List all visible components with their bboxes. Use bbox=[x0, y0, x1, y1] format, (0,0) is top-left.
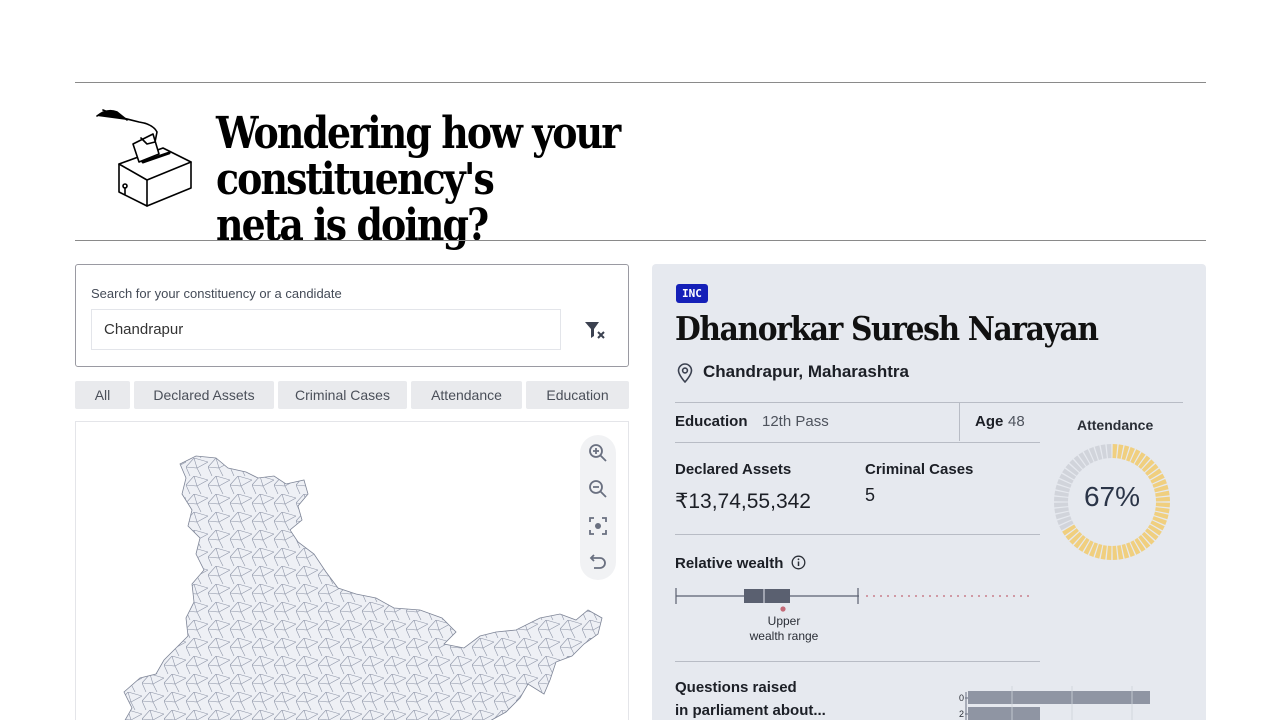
tab-declared-assets[interactable]: Declared Assets bbox=[134, 381, 274, 409]
questions-title: Questions raised in parliament about... bbox=[675, 676, 845, 720]
education-value: 12th Pass bbox=[762, 413, 829, 430]
questions-axis bbox=[965, 692, 968, 720]
attendance-present-segment bbox=[1112, 545, 1118, 560]
header-divider bbox=[75, 240, 1206, 241]
wealth-note-line-2: wealth range bbox=[749, 629, 819, 643]
tab-all[interactable]: All bbox=[75, 381, 130, 409]
criminal-cases-label: Criminal Cases bbox=[865, 461, 974, 478]
attendance-absent-segment bbox=[1106, 444, 1112, 459]
relative-wealth-label: Relative wealth bbox=[675, 555, 784, 572]
criminal-cases-value: 5 bbox=[865, 485, 876, 505]
questions-axis-tick-2: 2 bbox=[959, 709, 964, 719]
questions-bar bbox=[968, 707, 1040, 720]
age-label: Age bbox=[975, 413, 1004, 430]
divider bbox=[675, 402, 1183, 403]
candidate-wealth-marker bbox=[780, 606, 786, 612]
assets-value: ₹13,74,55,342 bbox=[675, 490, 811, 513]
divider bbox=[959, 403, 960, 441]
age-value: 48 bbox=[1008, 413, 1025, 430]
candidate-location: Chandrapur, Maharashtra bbox=[703, 362, 909, 381]
india-map[interactable] bbox=[76, 422, 629, 720]
tab-criminal-cases[interactable]: Criminal Cases bbox=[278, 381, 407, 409]
wealth-boxplot bbox=[675, 588, 1029, 612]
assets-label: Declared Assets bbox=[675, 461, 792, 478]
search-input[interactable]: Chandrapur bbox=[91, 309, 561, 350]
wealth-note-line-1: Upper bbox=[767, 614, 801, 628]
map-pin-icon bbox=[677, 363, 693, 383]
wealth-iqr-box bbox=[744, 589, 790, 603]
page-headline: Wondering how your constituency's neta i… bbox=[216, 111, 870, 249]
info-icon[interactable] bbox=[791, 555, 806, 570]
ballot-box-icon bbox=[96, 109, 192, 207]
headline-line-2: neta is doing? bbox=[216, 200, 489, 251]
map-controls bbox=[580, 435, 616, 580]
constituency-boundaries[interactable] bbox=[124, 456, 602, 720]
divider bbox=[675, 661, 1040, 662]
attendance-present-segment bbox=[1112, 444, 1118, 459]
attendance-value: 67% bbox=[1083, 481, 1141, 512]
questions-title-line-1: Questions raised bbox=[675, 679, 797, 696]
top-divider bbox=[75, 82, 1206, 83]
attendance-present-segment bbox=[1106, 545, 1112, 560]
divider bbox=[675, 442, 1040, 443]
constituency-map[interactable] bbox=[75, 421, 629, 720]
questions-bar bbox=[968, 691, 1150, 704]
reset-icon[interactable] bbox=[586, 550, 610, 574]
attendance-label: Attendance bbox=[1077, 417, 1154, 433]
headline-line-1: Wondering how your constituency's bbox=[216, 108, 621, 205]
tab-attendance[interactable]: Attendance bbox=[411, 381, 522, 409]
questions-axis-tick-0: 0 bbox=[959, 693, 964, 703]
filter-clear-icon[interactable] bbox=[584, 320, 606, 340]
search-label: Search for your constituency or a candid… bbox=[91, 286, 342, 301]
divider bbox=[675, 534, 1040, 535]
candidate-card: INC Dhanorkar Suresh Narayan Chandrapur,… bbox=[652, 264, 1206, 720]
questions-title-line-2: in parliament about... bbox=[675, 702, 826, 719]
questions-bar-chart: 0 2 bbox=[959, 686, 1150, 720]
search-panel: Search for your constituency or a candid… bbox=[75, 264, 629, 367]
candidate-name: Dhanorkar Suresh Narayan bbox=[675, 309, 1099, 348]
zoom-in-icon[interactable] bbox=[586, 441, 610, 465]
education-label: Education bbox=[675, 413, 748, 430]
wealth-note: Upper wealth range bbox=[744, 614, 824, 644]
party-badge: INC bbox=[676, 284, 708, 303]
zoom-out-icon[interactable] bbox=[586, 477, 610, 501]
tab-education[interactable]: Education bbox=[526, 381, 629, 409]
focus-icon[interactable] bbox=[586, 514, 610, 538]
